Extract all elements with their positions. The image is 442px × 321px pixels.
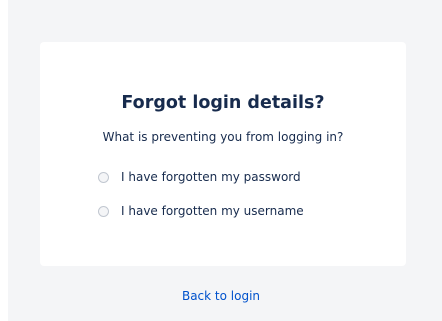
- forgot-password-label: I have forgotten my password: [121, 170, 301, 184]
- forgot-username-option[interactable]: I have forgotten my username: [98, 201, 304, 221]
- prompt-text: What is preventing you from logging in?: [102, 130, 344, 144]
- forgot-password-radio[interactable]: [98, 171, 109, 183]
- forgot-password-option[interactable]: I have forgotten my password: [98, 167, 301, 187]
- forgot-username-radio[interactable]: [98, 205, 109, 217]
- page-title: Forgot login details?: [121, 93, 325, 113]
- forgot-username-label: I have forgotten my username: [121, 204, 304, 218]
- forgot-login-card: Forgot login details? What is preventing…: [40, 42, 406, 266]
- back-to-login-link[interactable]: Back to login: [0, 288, 442, 304]
